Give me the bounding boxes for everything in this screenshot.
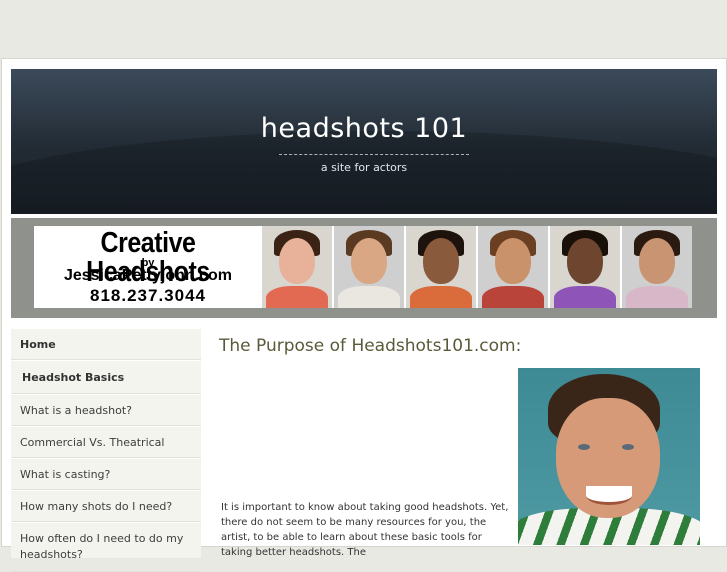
headshot-thumb: [622, 226, 692, 308]
headshot-thumb: [262, 226, 332, 308]
headshot-strip: [262, 226, 692, 308]
headshot-thumb: [478, 226, 548, 308]
headshot-thumb: [550, 226, 620, 308]
sidebar-item-5[interactable]: How many shots do I need?: [11, 490, 201, 522]
sidebar-item-3[interactable]: Commercial Vs. Theatrical: [11, 426, 201, 458]
headshot-thumb: [334, 226, 404, 308]
intro-paragraph: It is important to know about taking goo…: [221, 502, 509, 558]
page-heading: The Purpose of Headshots101.com:: [219, 336, 522, 356]
sidebar-item-4[interactable]: What is casting?: [11, 458, 201, 490]
ad-website: JessicaPettyjohn.com: [63, 267, 233, 284]
site-title[interactable]: headshots 101: [11, 113, 717, 144]
site-tagline: a site for actors: [320, 161, 408, 174]
sidebar-nav: Home Headshot Basics What is a headshot? Co…: [11, 328, 201, 572]
sidebar-item-2[interactable]: What is a headshot?: [11, 394, 201, 426]
sidebar-item-6[interactable]: How often do I need to do my headshots?: [11, 522, 201, 572]
headshot-photo: [518, 368, 700, 545]
site-header: headshots 101 a site for actors: [11, 69, 717, 214]
banner: Creative Headshots by JessicaPettyjohn.c…: [11, 218, 717, 318]
sidebar-item-1[interactable]: Headshot Basics: [11, 360, 201, 394]
ad-text: Creative Headshots by JessicaPettyjohn.c…: [34, 226, 262, 308]
ad-phone: 818.237.3044: [90, 286, 206, 305]
title-divider: [279, 154, 469, 155]
ad-banner[interactable]: Creative Headshots by JessicaPettyjohn.c…: [34, 226, 692, 308]
sidebar-item-0[interactable]: Home: [11, 328, 201, 360]
headshot-thumb: [406, 226, 476, 308]
